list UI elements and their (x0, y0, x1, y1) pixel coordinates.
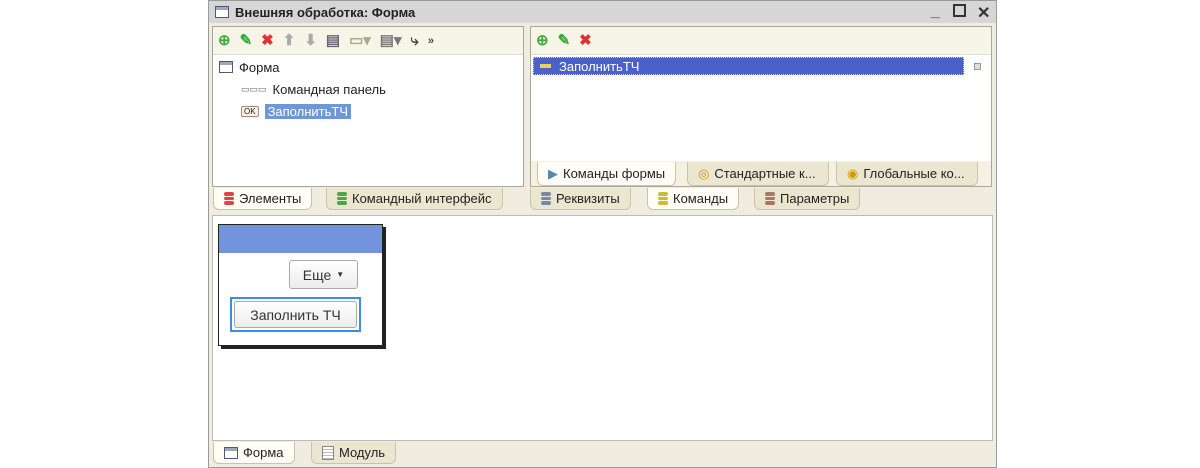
tree-item-label: ЗаполнитьТЧ (264, 103, 351, 119)
add-icon[interactable]: ⊕ (218, 32, 231, 49)
arrow-icon[interactable]: ⤷ (410, 32, 418, 49)
tab-attributes[interactable]: Реквизиты (530, 188, 631, 210)
attributes-icon (541, 192, 551, 206)
commands-panel: ⊕ ✎ ✖ ЗаполнитьТЧ ▶ Команды формы ◎ Стан… (530, 26, 992, 187)
move-down-icon[interactable]: ⬇ (304, 32, 317, 49)
form-icon (215, 6, 229, 18)
tab-commands[interactable]: Команды (647, 188, 740, 210)
maximize-button[interactable] (953, 4, 966, 17)
tab-label: Элементы (239, 191, 302, 206)
commands-toolbar: ⊕ ✎ ✖ (531, 27, 991, 55)
more-label: Еще (302, 266, 332, 283)
form-icon (219, 61, 233, 73)
window-title: Внешняя обработка: Форма (235, 4, 416, 20)
tab-elements[interactable]: Элементы (213, 188, 313, 210)
tab-parameters[interactable]: Параметры (754, 188, 861, 210)
tab-label: Параметры (780, 191, 850, 206)
tab-label: Реквизиты (556, 191, 620, 206)
add-icon[interactable]: ⊕ (536, 32, 549, 49)
command-icon (540, 64, 551, 68)
standard-commands-icon: ◎ (698, 165, 710, 181)
title-bar: Внешняя обработка: Форма _ ✕ (209, 1, 996, 23)
form-preview-area: Еще ▼ Заполнить ТЧ (212, 215, 993, 441)
tab-global-commands[interactable]: ◉ Глобальные ко... (836, 162, 978, 186)
tab-label: Форма (243, 445, 284, 460)
tab-label: Модуль (339, 445, 386, 460)
tree-item-command-bar[interactable]: ▭▭▭ Командная панель (241, 80, 386, 98)
global-commands-icon: ◉ (847, 165, 859, 181)
tab-standard-commands[interactable]: ◎ Стандартные к... (687, 162, 829, 186)
tab-command-interface[interactable]: Командный интерфейс (326, 188, 503, 210)
minimize-button[interactable]: _ (931, 3, 940, 21)
designer-window: Внешняя обработка: Форма _ ✕ ⊕ ✎ ✖ ⬆ ⬇ ▤… (208, 0, 997, 468)
properties-icon[interactable]: ▤ (326, 32, 340, 49)
elements-panel: ⊕ ✎ ✖ ⬆ ⬇ ▤ ▭▾ ▤▾ ⤷ » Форма ▭▭▭ Командна… (212, 26, 524, 187)
fill-button-focus: Заполнить ТЧ (230, 297, 361, 332)
tab-label: Команды формы (563, 166, 666, 181)
elements-toolbar: ⊕ ✎ ✖ ⬆ ⬇ ▤ ▭▾ ▤▾ ⤷ » (213, 27, 523, 55)
tab-label: Глобальные ко... (863, 166, 965, 181)
elements-icon (224, 192, 234, 206)
form-commands-icon: ▶ (548, 165, 558, 181)
commands-list: ЗаполнитьТЧ (531, 55, 991, 161)
tab-label: Команды (673, 191, 729, 206)
tab-module[interactable]: Модуль (311, 442, 397, 464)
delete-icon[interactable]: ✖ (261, 32, 274, 49)
close-button[interactable]: ✕ (977, 3, 990, 23)
module-icon (322, 445, 334, 460)
command-interface-icon (337, 192, 347, 206)
more-button[interactable]: Еще ▼ (289, 260, 358, 289)
tab-form[interactable]: Форма (213, 442, 295, 464)
more-icon[interactable]: » (428, 33, 434, 49)
tree-item-label: Форма (239, 59, 280, 75)
commands-icon (658, 192, 668, 206)
tab-label: Командный интерфейс (352, 191, 492, 206)
fill-button-label: Заполнить ТЧ (250, 306, 341, 323)
move-up-icon[interactable]: ⬆ (283, 32, 296, 49)
command-row[interactable]: ЗаполнитьТЧ (533, 57, 964, 75)
display-icon[interactable]: ▭▾ (349, 32, 371, 49)
delete-icon[interactable]: ✖ (579, 32, 592, 49)
group-icon[interactable]: ▤▾ (380, 32, 402, 49)
tab-label: Стандартные к... (714, 166, 816, 181)
form-preview-header (219, 225, 382, 253)
command-label: ЗаполнитьТЧ (559, 58, 640, 74)
edit-icon[interactable]: ✎ (558, 32, 571, 49)
parameters-icon (765, 192, 775, 206)
button-icon: OK (241, 105, 259, 117)
form-icon (224, 446, 238, 459)
tree-item-label: Командная панель (272, 81, 386, 97)
checkbox[interactable] (974, 63, 981, 70)
form-preview: Еще ▼ Заполнить ТЧ (218, 224, 383, 346)
fill-table-button[interactable]: Заполнить ТЧ (234, 301, 357, 328)
tab-form-commands[interactable]: ▶ Команды формы (537, 162, 677, 186)
tree-item-form[interactable]: Форма (219, 58, 280, 76)
chevron-down-icon: ▼ (336, 270, 345, 279)
command-bar-icon: ▭▭▭ (241, 83, 267, 94)
edit-icon[interactable]: ✎ (240, 32, 253, 49)
tree-item-fill-button[interactable]: OK ЗаполнитьТЧ (241, 102, 351, 120)
